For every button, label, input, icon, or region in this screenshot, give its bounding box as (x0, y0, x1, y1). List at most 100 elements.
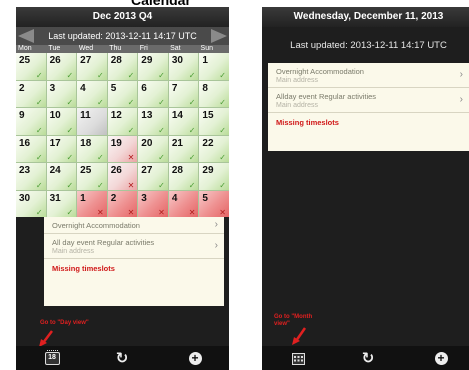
add-icon: + (434, 351, 448, 365)
calendar-day-cell[interactable]: 14 ✓ (168, 108, 199, 135)
missing-timeslots-label[interactable]: Missing timeslots (44, 259, 224, 278)
day-number: 23 (19, 165, 31, 176)
calendar-day-cell[interactable]: 26 ✕ (107, 163, 138, 190)
calendar-day-cell[interactable]: 16 ✓ (16, 135, 46, 162)
calendar-day-cell[interactable]: 10 ✓ (46, 108, 77, 135)
add-icon: + (188, 351, 202, 365)
month-view-button[interactable] (278, 346, 318, 370)
check-mark-icon: ✓ (158, 70, 165, 80)
day-number: 27 (80, 55, 92, 66)
day-number: 3 (141, 192, 147, 204)
calendar-day-cell[interactable]: 3 ✕ (138, 190, 168, 217)
calendar-day-cell[interactable]: 2 ✕ (107, 190, 138, 217)
calendar-day-cell[interactable]: 27 ✓ (138, 163, 168, 190)
check-mark-icon: ✓ (66, 98, 74, 107)
day-number: 5 (110, 82, 117, 94)
day-number: 19 (110, 137, 122, 149)
calendar-day-cell[interactable]: 5 ✓ (107, 80, 138, 107)
day-event-list: Overnight Accommodation Main address › A… (268, 63, 469, 151)
missing-mark-icon: ✕ (127, 208, 135, 217)
calendar-day-cell[interactable]: 26 ✓ (46, 53, 77, 80)
calendar-day-cell[interactable]: 22 ✓ (199, 135, 229, 162)
calendar-day-cell[interactable]: 25 ✓ (77, 163, 107, 190)
calendar-day-cell[interactable]: 3 ✓ (46, 80, 77, 107)
day-number: 13 (141, 110, 153, 121)
calendar-day-cell[interactable]: 29 ✓ (199, 163, 229, 190)
check-mark-icon: ✓ (158, 180, 165, 190)
calendar-day-cell[interactable]: 27 ✓ (77, 53, 107, 80)
calendar-day-cell[interactable]: 19 ✕ (107, 135, 138, 162)
refresh-button[interactable]: ↻ (102, 346, 142, 370)
check-mark-icon: ✓ (66, 70, 74, 80)
calendar-day-cell[interactable]: 13 ✓ (138, 108, 168, 135)
calendar-day-cell[interactable]: 1 ✓ (199, 53, 229, 80)
event-item[interactable]: Overnight Accommodation › (44, 217, 224, 234)
event-item[interactable]: Overnight Accommodation Main address › (268, 63, 469, 88)
missing-mark-icon: ✕ (158, 208, 165, 217)
previous-month-arrow-icon[interactable] (18, 29, 34, 43)
refresh-icon: ↻ (361, 350, 375, 367)
calendar-day-cell[interactable]: 15 ✓ (199, 108, 229, 135)
event-item[interactable]: All day event Regular activities Main ad… (44, 234, 224, 259)
month-view-screen: Dec 2013 Q4 Last updated: 2013-12-11 14:… (16, 7, 229, 370)
calendar-day-cell[interactable]: 30 ✓ (168, 53, 199, 80)
check-mark-icon: ✓ (219, 98, 226, 107)
calendar-day-cell[interactable]: 30 ✓ (16, 190, 46, 217)
add-button[interactable]: + (421, 346, 461, 370)
day-event-list: Overnight Accommodation › All day event … (44, 217, 224, 306)
calendar-day-cell[interactable]: 21 ✓ (168, 135, 199, 162)
calendar-day-cell[interactable]: 1 ✕ (77, 190, 107, 217)
calendar-day-cell[interactable]: 9 ✓ (16, 108, 46, 135)
day-number: 1 (80, 192, 86, 204)
add-button[interactable]: + (175, 346, 215, 370)
day-number: 4 (171, 192, 178, 204)
weekday-label: Wed (78, 45, 94, 52)
day-number: 21 (171, 137, 183, 149)
day-number: 4 (80, 82, 86, 94)
calendar-day-cell[interactable]: 20 ✓ (138, 135, 168, 162)
calendar-day-cell[interactable]: 28 ✓ (107, 53, 138, 80)
calendar-day-cell[interactable]: 24 ✓ (46, 163, 77, 190)
check-mark-icon: ✓ (188, 180, 196, 190)
calendar-day-cell[interactable]: 11 (77, 108, 107, 135)
calendar-day-cell[interactable]: 28 ✓ (168, 163, 199, 190)
day-number: 1 (202, 55, 208, 66)
day-number: 30 (19, 192, 31, 204)
check-mark-icon: ✓ (66, 153, 74, 162)
event-item[interactable]: Allday event Regular activities Main add… (268, 88, 469, 113)
day-title: Wednesday, December 11, 2013 (262, 7, 469, 27)
day-number: 20 (141, 137, 153, 149)
calendar-day-cell[interactable]: 5 ✕ (199, 190, 229, 217)
check-mark-icon: ✓ (35, 153, 43, 162)
calendar-day-cell[interactable]: 8 ✓ (199, 80, 229, 107)
calendar-day-cell[interactable]: 4 ✕ (168, 190, 199, 217)
calendar-day-cell[interactable]: 4 ✓ (77, 80, 107, 107)
weekday-label: Tue (48, 45, 61, 52)
day-number: 2 (110, 192, 117, 204)
calendar-day-cell[interactable]: 12 ✓ (107, 108, 138, 135)
calendar-day-cell[interactable]: 25 ✓ (16, 53, 46, 80)
day-view-button[interactable]: 18 (32, 346, 72, 370)
check-mark-icon: ✓ (35, 125, 43, 135)
day-number: 3 (49, 82, 56, 94)
calendar-day-cell[interactable]: 17 ✓ (46, 135, 77, 162)
calendar-day-cell[interactable]: 31 ✓ (46, 190, 77, 217)
calendar-day-cell[interactable]: 2 ✓ (16, 80, 46, 107)
day-number: 25 (80, 165, 92, 176)
calendar-day-cell[interactable]: 29 ✓ (138, 53, 168, 80)
missing-timeslots-label[interactable]: Missing timeslots (268, 113, 469, 132)
day-number: 10 (49, 110, 61, 121)
calendar-day-cell[interactable]: 7 ✓ (168, 80, 199, 107)
day-number: 7 (171, 82, 178, 94)
chevron-right-icon: › (459, 94, 463, 105)
event-location: Main address (276, 77, 319, 84)
weekday-label: Sun (200, 45, 213, 52)
calendar-day-cell[interactable]: 6 ✓ (138, 80, 168, 107)
refresh-button[interactable]: ↻ (348, 346, 388, 370)
calendar-day-cell[interactable]: 23 ✓ (16, 163, 46, 190)
next-month-arrow-icon[interactable] (211, 29, 227, 43)
calendar-day-cell[interactable]: 18 ✓ (77, 135, 107, 162)
check-mark-icon: ✓ (219, 125, 226, 135)
day-number: 30 (171, 55, 183, 66)
check-mark-icon: ✓ (127, 98, 135, 107)
